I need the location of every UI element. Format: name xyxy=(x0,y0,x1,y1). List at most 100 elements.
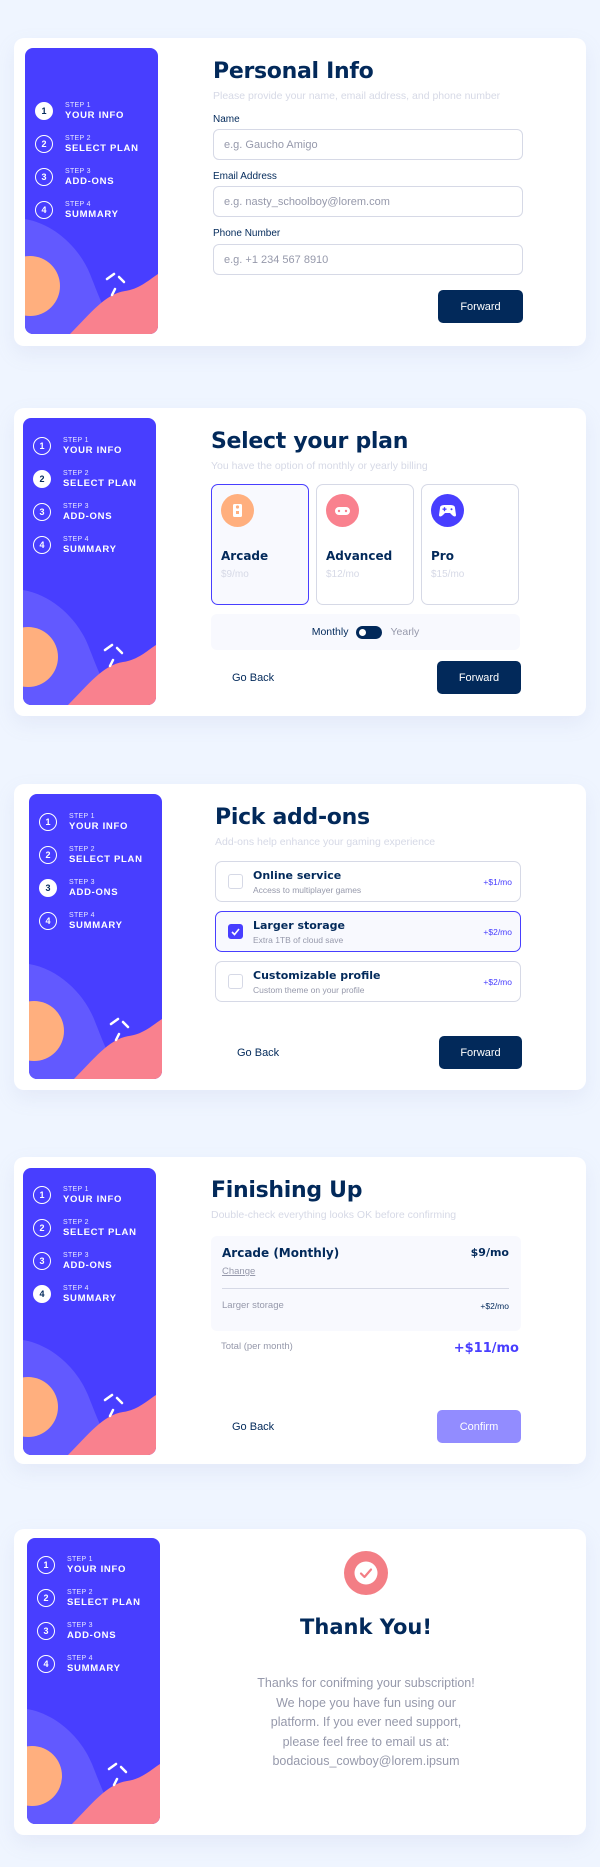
step-caption: STEP 2 xyxy=(63,1218,89,1226)
order-summary: Arcade (Monthly) Change $9/mo Larger sto… xyxy=(211,1236,521,1331)
addon-name: Customizable profile xyxy=(253,969,381,982)
step-number: 3 xyxy=(37,1622,55,1640)
name-label: Name xyxy=(213,114,240,125)
monthly-label[interactable]: Monthly xyxy=(312,626,349,638)
sidebar-step-4[interactable]: 4 STEP 4 SUMMARY xyxy=(37,1651,121,1677)
sidebar-decoration xyxy=(25,219,158,334)
sidebar: 1 STEP 1 YOUR INFO 2 STEP 2 SELECT PLAN 3 STE… xyxy=(23,418,156,705)
addon-larger-storage[interactable]: Larger storage Extra 1TB of cloud save +… xyxy=(215,911,521,952)
addon-checkbox[interactable] xyxy=(228,874,243,889)
sidebar-step-3[interactable]: 3 STEP 3 ADD-ONS xyxy=(33,1248,112,1274)
step-label: SUMMARY xyxy=(65,208,119,220)
go-back-button[interactable]: Go Back xyxy=(232,661,274,694)
phone-field[interactable] xyxy=(213,244,523,275)
sidebar-step-1[interactable]: 1 STEP 1 YOUR INFO xyxy=(37,1552,126,1578)
sidebar-step-4[interactable]: 4 STEP 4 SUMMARY xyxy=(33,1281,117,1307)
step-number: 2 xyxy=(39,846,57,864)
sidebar-step-1[interactable]: 1 STEP 1 YOUR INFO xyxy=(39,809,128,835)
sidebar: 1 STEP 1 YOUR INFO 2 STEP 2 SELECT PLAN 3 STE… xyxy=(27,1538,160,1824)
summary-addon-name: Larger storage xyxy=(222,1300,284,1311)
step-caption: STEP 1 xyxy=(63,436,89,444)
addon-price: +$2/mo xyxy=(483,977,512,987)
checkmark-icon xyxy=(231,927,240,936)
step-number: 2 xyxy=(33,470,51,488)
go-back-button[interactable]: Go Back xyxy=(232,1410,274,1443)
step-number: 1 xyxy=(39,813,57,831)
sidebar-step-4[interactable]: 4 STEP 4 SUMMARY xyxy=(33,532,117,558)
step-caption: STEP 3 xyxy=(67,1621,93,1629)
sidebar-step-2[interactable]: 2 STEP 2 SELECT PLAN xyxy=(33,1215,137,1241)
plan-card-advanced[interactable]: Advanced $12/mo xyxy=(316,484,414,605)
summary-card: 1 STEP 1 YOUR INFO 2 STEP 2 SELECT PLAN 3 STE… xyxy=(14,1157,586,1464)
yearly-label[interactable]: Yearly xyxy=(390,626,419,638)
billing-toggle[interactable] xyxy=(356,625,383,639)
page-title: Pick add-ons xyxy=(215,805,370,830)
summary-addon-price: +$2/mo xyxy=(480,1301,509,1311)
sidebar-step-3[interactable]: 3 STEP 3 ADD-ONS xyxy=(33,499,112,525)
step-label: SUMMARY xyxy=(63,1292,117,1304)
sidebar-step-2[interactable]: 2 STEP 2 SELECT PLAN xyxy=(39,842,143,868)
plan-card-arcade[interactable]: Arcade $9/mo xyxy=(211,484,309,605)
sidebar: 1 STEP 1 YOUR INFO 2 STEP 2 SELECT PLAN 3 STE… xyxy=(25,48,158,334)
summary-plan-price: $9/mo xyxy=(470,1246,509,1259)
step-caption: STEP 3 xyxy=(63,1251,89,1259)
sidebar-step-2[interactable]: 2 STEP 2 SELECT PLAN xyxy=(33,466,137,492)
sidebar-step-3[interactable]: 3 STEP 3 ADD-ONS xyxy=(39,875,118,901)
plan-card-pro[interactable]: Pro $15/mo xyxy=(421,484,519,605)
step-number: 4 xyxy=(33,536,51,554)
sidebar-step-3[interactable]: 3 STEP 3 ADD-ONS xyxy=(37,1618,116,1644)
addon-customizable-profile[interactable]: Customizable profile Custom theme on you… xyxy=(215,961,521,1002)
addon-description: Access to multiplayer games xyxy=(253,885,362,895)
step-label: YOUR INFO xyxy=(63,1193,123,1205)
step-caption: STEP 4 xyxy=(63,1284,89,1292)
select-plan-card: 1 STEP 1 YOUR INFO 2 STEP 2 SELECT PLAN 3 STE… xyxy=(14,408,586,716)
billing-toggle-bar: Monthly Yearly xyxy=(211,614,520,650)
message-line: We hope you have fun using our xyxy=(276,1695,456,1710)
page-subtitle: Double-check everything looks OK before … xyxy=(211,1209,457,1221)
step-label: YOUR INFO xyxy=(67,1563,127,1575)
email-field[interactable] xyxy=(213,186,523,217)
step-label: YOUR INFO xyxy=(63,444,123,456)
addon-online-service[interactable]: Online service Access to multiplayer gam… xyxy=(215,861,521,902)
support-email[interactable]: bodacious_cowboy@lorem.ipsum xyxy=(201,1752,531,1772)
go-back-button[interactable]: Go Back xyxy=(237,1036,279,1069)
total-label: Total (per month) xyxy=(221,1341,293,1352)
sidebar: 1 STEP 1 YOUR INFO 2 STEP 2 SELECT PLAN 3 STE… xyxy=(29,794,162,1079)
change-plan-link[interactable]: Change xyxy=(222,1266,255,1277)
sidebar-step-1[interactable]: 1 STEP 1 YOUR INFO xyxy=(33,1182,122,1208)
plan-price: $9/mo xyxy=(221,569,249,580)
step-number: 4 xyxy=(33,1285,51,1303)
step-label: ADD-ONS xyxy=(63,1259,113,1271)
forward-button[interactable]: Forward xyxy=(439,1036,522,1069)
sidebar-step-1[interactable]: 1 STEP 1 YOUR INFO xyxy=(33,433,122,459)
thank-you-title: Thank You! xyxy=(300,1615,432,1639)
step-label: SELECT PLAN xyxy=(63,477,137,489)
forward-button[interactable]: Forward xyxy=(438,290,523,323)
step-caption: STEP 4 xyxy=(69,911,95,919)
addon-checkbox[interactable] xyxy=(228,924,243,939)
name-field[interactable] xyxy=(213,129,523,160)
step-number: 3 xyxy=(33,1252,51,1270)
forward-button[interactable]: Forward xyxy=(437,661,521,694)
step-label: ADD-ONS xyxy=(69,886,119,898)
add-ons-card: 1 STEP 1 YOUR INFO 2 STEP 2 SELECT PLAN 3 STE… xyxy=(14,784,586,1090)
sidebar-step-2[interactable]: 2 STEP 2 SELECT PLAN xyxy=(35,131,139,157)
sidebar-step-3[interactable]: 3 STEP 3 ADD-ONS xyxy=(35,164,114,190)
page-title: Finishing Up xyxy=(211,1178,363,1203)
step-caption: STEP 2 xyxy=(67,1588,93,1596)
sidebar-step-2[interactable]: 2 STEP 2 SELECT PLAN xyxy=(37,1585,141,1611)
step-label: SUMMARY xyxy=(67,1662,121,1674)
sidebar-step-1[interactable]: 1 STEP 1 YOUR INFO xyxy=(35,98,124,124)
toggle-knob xyxy=(359,628,367,636)
confirm-button[interactable]: Confirm xyxy=(437,1410,521,1443)
step-number: 4 xyxy=(37,1655,55,1673)
page-subtitle: Add-ons help enhance your gaming experie… xyxy=(215,836,436,848)
step-label: ADD-ONS xyxy=(67,1629,117,1641)
step-caption: STEP 1 xyxy=(65,101,91,109)
sidebar-step-4[interactable]: 4 STEP 4 SUMMARY xyxy=(39,908,123,934)
checkmark-icon xyxy=(344,1551,388,1595)
addon-checkbox[interactable] xyxy=(228,974,243,989)
page-title: Personal Info xyxy=(213,59,374,84)
arcade-icon xyxy=(221,494,254,527)
phone-label: Phone Number xyxy=(213,228,281,239)
